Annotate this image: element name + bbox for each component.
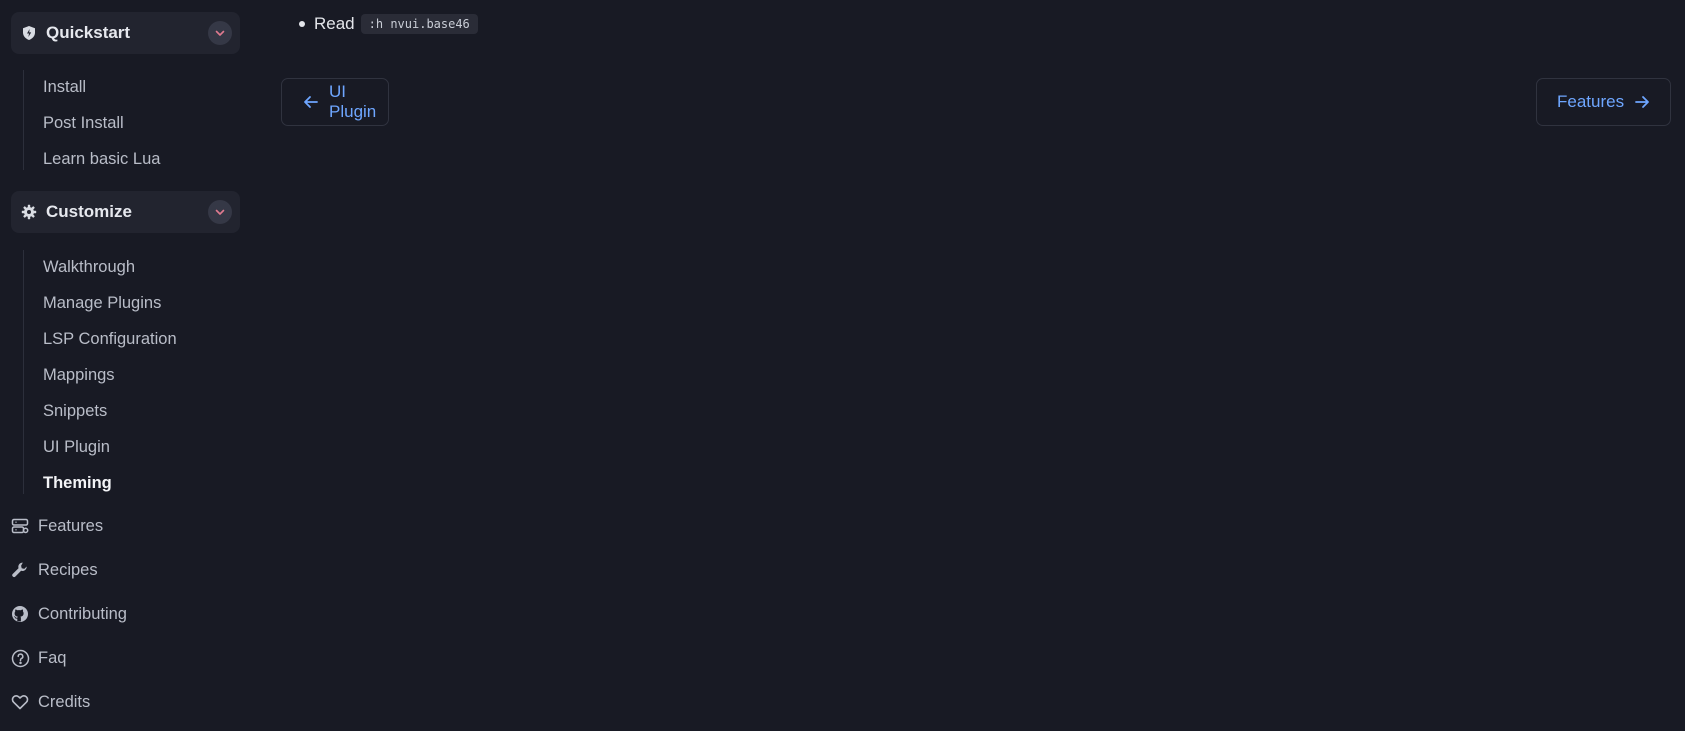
sidebar-group-label: Quickstart [46, 23, 131, 42]
sidebar-group-customize[interactable]: Customize [11, 191, 240, 233]
sidebar-item-learn-basic-lua[interactable]: Learn basic Lua [43, 149, 160, 169]
server-icon [10, 516, 30, 536]
inline-code: :h nvui.base46 [360, 14, 478, 34]
list-item: Read :h nvui.base46 [299, 14, 478, 34]
sidebar-link-label: Credits [38, 692, 91, 711]
sidebar-link-contributing[interactable]: Contributing [10, 602, 127, 626]
sidebar-item-install[interactable]: Install [43, 77, 86, 97]
chevron-down-icon[interactable] [208, 200, 232, 224]
next-page-button[interactable]: Features [1536, 78, 1671, 126]
sidebar-item-lsp-configuration[interactable]: LSP Configuration [43, 329, 177, 349]
chevron-down-icon[interactable] [208, 21, 232, 45]
previous-page-label: UI Plugin [329, 82, 377, 121]
shield-icon [20, 24, 38, 42]
sidebar-sublist-quickstart: Install Post Install Learn basic Lua [23, 70, 160, 170]
sidebar-item-mappings[interactable]: Mappings [43, 365, 115, 385]
sidebar-link-faq[interactable]: Faq [10, 646, 66, 670]
sidebar-group-label: Customize [46, 202, 132, 221]
sidebar-item-theming[interactable]: Theming [43, 473, 112, 493]
wrench-icon [10, 560, 30, 580]
sidebar-item-snippets[interactable]: Snippets [43, 401, 107, 421]
arrow-left-icon [302, 93, 320, 111]
bullet-icon [299, 21, 305, 27]
previous-page-button[interactable]: UI Plugin [281, 78, 389, 126]
sidebar-item-walkthrough[interactable]: Walkthrough [43, 257, 135, 277]
arrow-right-icon [1633, 93, 1651, 111]
sidebar-link-label: Features [38, 516, 104, 535]
sidebar-group-quickstart[interactable]: Quickstart [11, 12, 240, 54]
sidebar-item-ui-plugin[interactable]: UI Plugin [43, 437, 110, 457]
main-content: Read :h nvui.base46 UI Plugin Features [250, 0, 1685, 731]
sidebar-link-label: Recipes [38, 560, 98, 579]
sidebar-item-post-install[interactable]: Post Install [43, 113, 124, 133]
sidebar-link-features[interactable]: Features [10, 514, 103, 538]
question-circle-icon [10, 648, 30, 668]
sidebar-link-recipes[interactable]: Recipes [10, 558, 98, 582]
sidebar-item-manage-plugins[interactable]: Manage Plugins [43, 293, 161, 313]
sidebar-link-label: Contributing [38, 604, 127, 623]
sidebar: Quickstart Install Post Install Learn ba… [0, 0, 250, 731]
sidebar-sublist-customize: Walkthrough Manage Plugins LSP Configura… [23, 250, 177, 494]
sidebar-link-credits[interactable]: Credits [10, 690, 90, 714]
heart-icon [10, 692, 30, 712]
read-text: Read [314, 14, 355, 33]
github-icon [10, 604, 30, 624]
next-page-label: Features [1557, 92, 1625, 111]
gear-icon [20, 203, 38, 221]
sidebar-link-label: Faq [38, 648, 67, 667]
